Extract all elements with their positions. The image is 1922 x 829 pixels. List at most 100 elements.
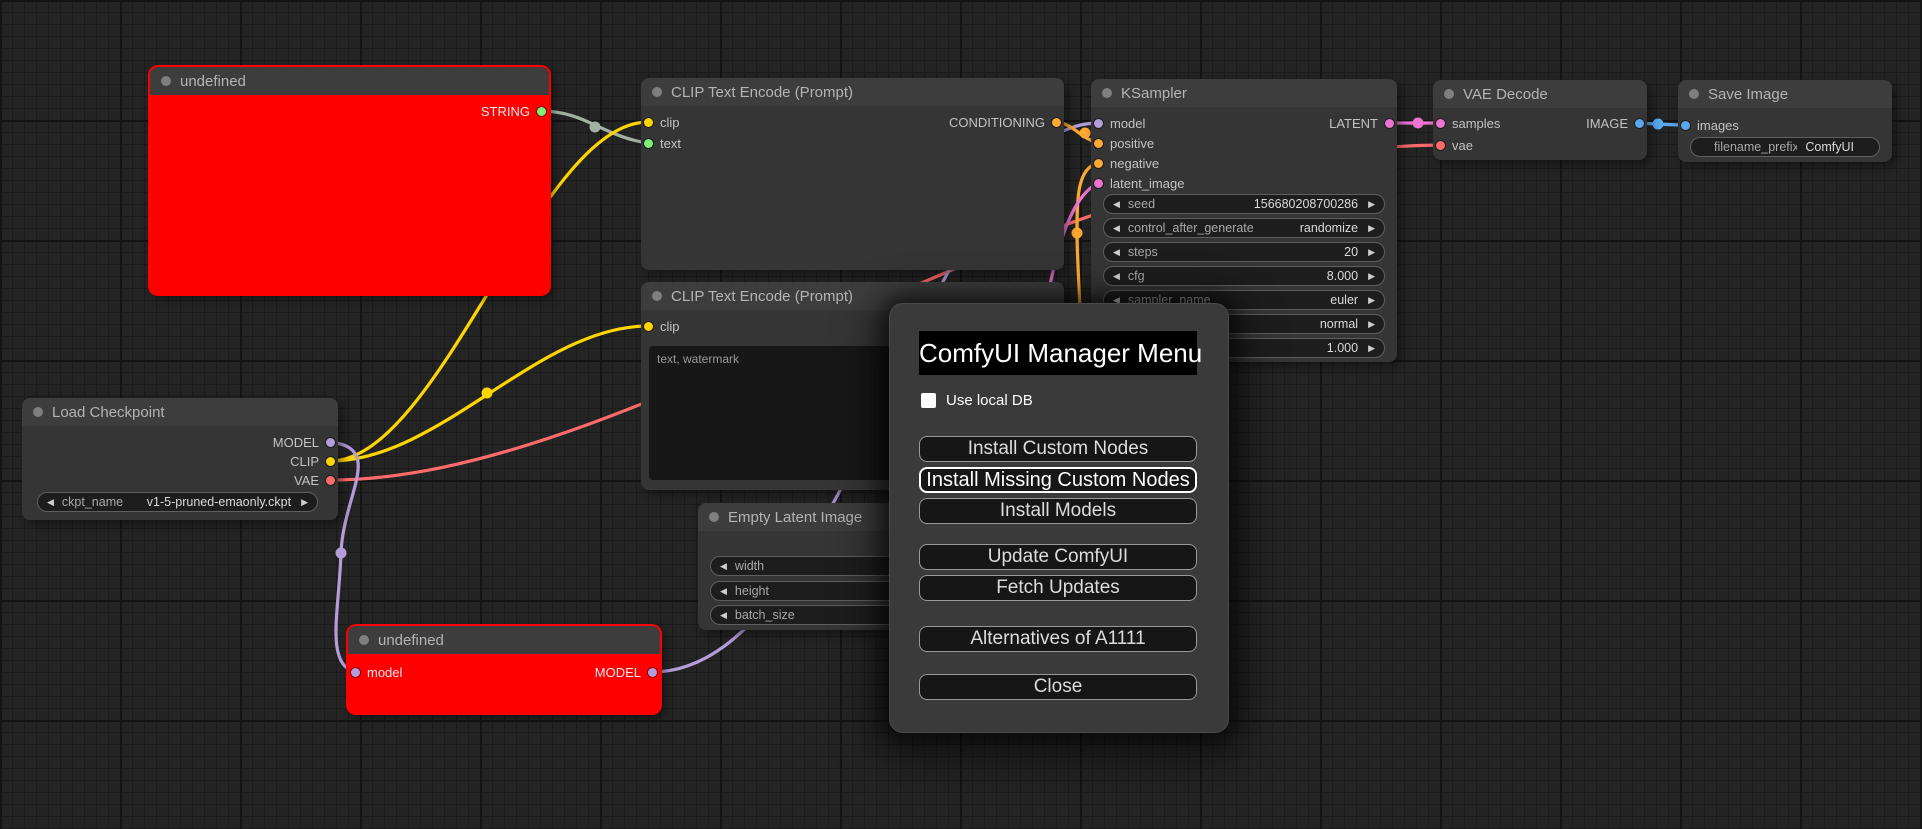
input-slot-images[interactable]: images [1681, 115, 1739, 135]
widget-value[interactable]: normal [1320, 317, 1358, 331]
input-slot-model[interactable]: model [1094, 113, 1145, 133]
node-title-bar[interactable]: undefined [348, 626, 660, 654]
collapse-dot-icon[interactable] [161, 76, 171, 86]
use-local-db-checkbox[interactable] [921, 393, 936, 408]
decrement-arrow-icon[interactable]: ◀ [720, 561, 727, 571]
output-slot-model[interactable]: MODEL [273, 432, 335, 452]
input-dot[interactable] [1436, 118, 1445, 128]
widget-cfg[interactable]: ◀ cfg 8.000 ▶ [1103, 266, 1385, 286]
increment-arrow-icon[interactable]: ▶ [1368, 223, 1375, 233]
output-slot-latent[interactable]: LATENT [1329, 113, 1394, 133]
node-undefined-bottom[interactable]: undefined model MODEL [348, 626, 660, 713]
wire-dot-clip[interactable] [481, 387, 493, 399]
output-slot-conditioning[interactable]: CONDITIONING [949, 112, 1061, 132]
increment-arrow-icon[interactable]: ▶ [301, 497, 308, 507]
install-models-button[interactable]: Install Models [919, 498, 1197, 524]
widget-value[interactable]: 8.000 [1327, 269, 1358, 283]
output-slot-clip[interactable]: CLIP [290, 451, 335, 471]
collapse-dot-icon[interactable] [652, 291, 662, 301]
input-slot-latent-image[interactable]: latent_image [1094, 173, 1184, 193]
node-clip-text-encode-1[interactable]: CLIP Text Encode (Prompt) clip text COND… [641, 78, 1064, 270]
output-dot[interactable] [1385, 118, 1394, 128]
increment-arrow-icon[interactable]: ▶ [1368, 295, 1375, 305]
decrement-arrow-icon[interactable]: ◀ [1113, 223, 1120, 233]
decrement-arrow-icon[interactable]: ◀ [1113, 247, 1120, 257]
install-missing-custom-nodes-button[interactable]: Install Missing Custom Nodes [919, 467, 1197, 493]
output-dot[interactable] [537, 106, 546, 116]
node-title-bar[interactable]: Load Checkpoint [22, 398, 338, 426]
input-dot[interactable] [351, 667, 360, 677]
output-slot-string[interactable]: STRING [481, 101, 546, 121]
wire-dot-model[interactable] [335, 547, 347, 559]
input-dot[interactable] [1094, 138, 1103, 148]
decrement-arrow-icon[interactable]: ◀ [720, 610, 727, 620]
output-dot[interactable] [326, 456, 335, 466]
collapse-dot-icon[interactable] [33, 407, 43, 417]
input-dot[interactable] [1094, 178, 1103, 188]
widget-value[interactable]: 1.000 [1327, 341, 1358, 355]
input-slot-vae[interactable]: vae [1436, 135, 1473, 155]
output-dot[interactable] [326, 437, 335, 447]
node-title-bar[interactable]: undefined [150, 67, 549, 95]
install-custom-nodes-button[interactable]: Install Custom Nodes [919, 436, 1197, 462]
input-dot[interactable] [644, 117, 653, 127]
increment-arrow-icon[interactable]: ▶ [1368, 271, 1375, 281]
input-slot-negative[interactable]: negative [1094, 153, 1159, 173]
input-dot[interactable] [644, 138, 653, 148]
decrement-arrow-icon[interactable]: ◀ [1113, 199, 1120, 209]
input-slot-positive[interactable]: positive [1094, 133, 1154, 153]
node-undefined-top[interactable]: undefined STRING [150, 67, 549, 294]
decrement-arrow-icon[interactable]: ◀ [720, 586, 727, 596]
output-dot[interactable] [326, 475, 335, 485]
node-save-image[interactable]: Save Image images filename_prefix ComfyU… [1678, 80, 1892, 162]
output-dot[interactable] [648, 667, 657, 677]
node-title-bar[interactable]: VAE Decode [1433, 80, 1647, 108]
decrement-arrow-icon[interactable]: ◀ [47, 497, 54, 507]
collapse-dot-icon[interactable] [1102, 88, 1112, 98]
close-button[interactable]: Close [919, 674, 1197, 700]
wire-dot-conditioning-2[interactable] [1071, 227, 1083, 239]
widget-value[interactable]: 156680208700286 [1254, 197, 1358, 211]
collapse-dot-icon[interactable] [1444, 89, 1454, 99]
input-slot-samples[interactable]: samples [1436, 113, 1500, 133]
update-comfyui-button[interactable]: Update ComfyUI [919, 544, 1197, 570]
widget-seed[interactable]: ◀ seed 156680208700286 ▶ [1103, 194, 1385, 214]
wire-dot-conditioning[interactable] [1079, 127, 1091, 139]
widget-value[interactable]: 20 [1344, 245, 1358, 259]
node-title-bar[interactable]: KSampler [1091, 79, 1397, 107]
widget-filename-prefix[interactable]: filename_prefix ComfyUI [1690, 137, 1880, 157]
widget-control-after-generate[interactable]: ◀ control_after_generate randomize ▶ [1103, 218, 1385, 238]
input-slot-model[interactable]: model [351, 662, 402, 682]
output-slot-image[interactable]: IMAGE [1586, 113, 1644, 133]
input-dot[interactable] [1094, 158, 1103, 168]
widget-ckpt-name[interactable]: ◀ ckpt_name v1-5-pruned-emaonly.ckpt ▶ [37, 492, 318, 512]
output-dot[interactable] [1052, 117, 1061, 127]
input-slot-text[interactable]: text [644, 133, 681, 153]
wire-dot-latent[interactable] [1412, 117, 1424, 129]
fetch-updates-button[interactable]: Fetch Updates [919, 575, 1197, 601]
input-dot[interactable] [1436, 140, 1445, 150]
node-title-bar[interactable]: Save Image [1678, 80, 1892, 108]
input-slot-clip[interactable]: clip [644, 112, 680, 132]
widget-value[interactable]: euler [1330, 293, 1358, 307]
increment-arrow-icon[interactable]: ▶ [1368, 199, 1375, 209]
output-slot-vae[interactable]: VAE [294, 470, 335, 490]
increment-arrow-icon[interactable]: ▶ [1368, 247, 1375, 257]
node-title-bar[interactable]: CLIP Text Encode (Prompt) [641, 78, 1064, 106]
decrement-arrow-icon[interactable]: ◀ [1113, 271, 1120, 281]
input-dot[interactable] [1094, 118, 1103, 128]
collapse-dot-icon[interactable] [359, 635, 369, 645]
alternatives-of-a1111-button[interactable]: Alternatives of A1111 [919, 626, 1197, 652]
output-slot-model[interactable]: MODEL [595, 662, 657, 682]
collapse-dot-icon[interactable] [1689, 89, 1699, 99]
input-slot-clip[interactable]: clip [644, 316, 680, 336]
node-graph-canvas[interactable]: undefined STRING CLIP Text Encode (Promp… [0, 0, 1922, 829]
input-dot[interactable] [644, 321, 653, 331]
increment-arrow-icon[interactable]: ▶ [1368, 319, 1375, 329]
input-dot[interactable] [1681, 120, 1690, 130]
node-vae-decode[interactable]: VAE Decode samples vae IMAGE [1433, 80, 1647, 160]
widget-value[interactable]: ComfyUI [1805, 140, 1854, 154]
node-load-checkpoint[interactable]: Load Checkpoint MODEL CLIP VAE ◀ ckpt_na… [22, 398, 338, 520]
output-dot[interactable] [1635, 118, 1644, 128]
collapse-dot-icon[interactable] [652, 87, 662, 97]
